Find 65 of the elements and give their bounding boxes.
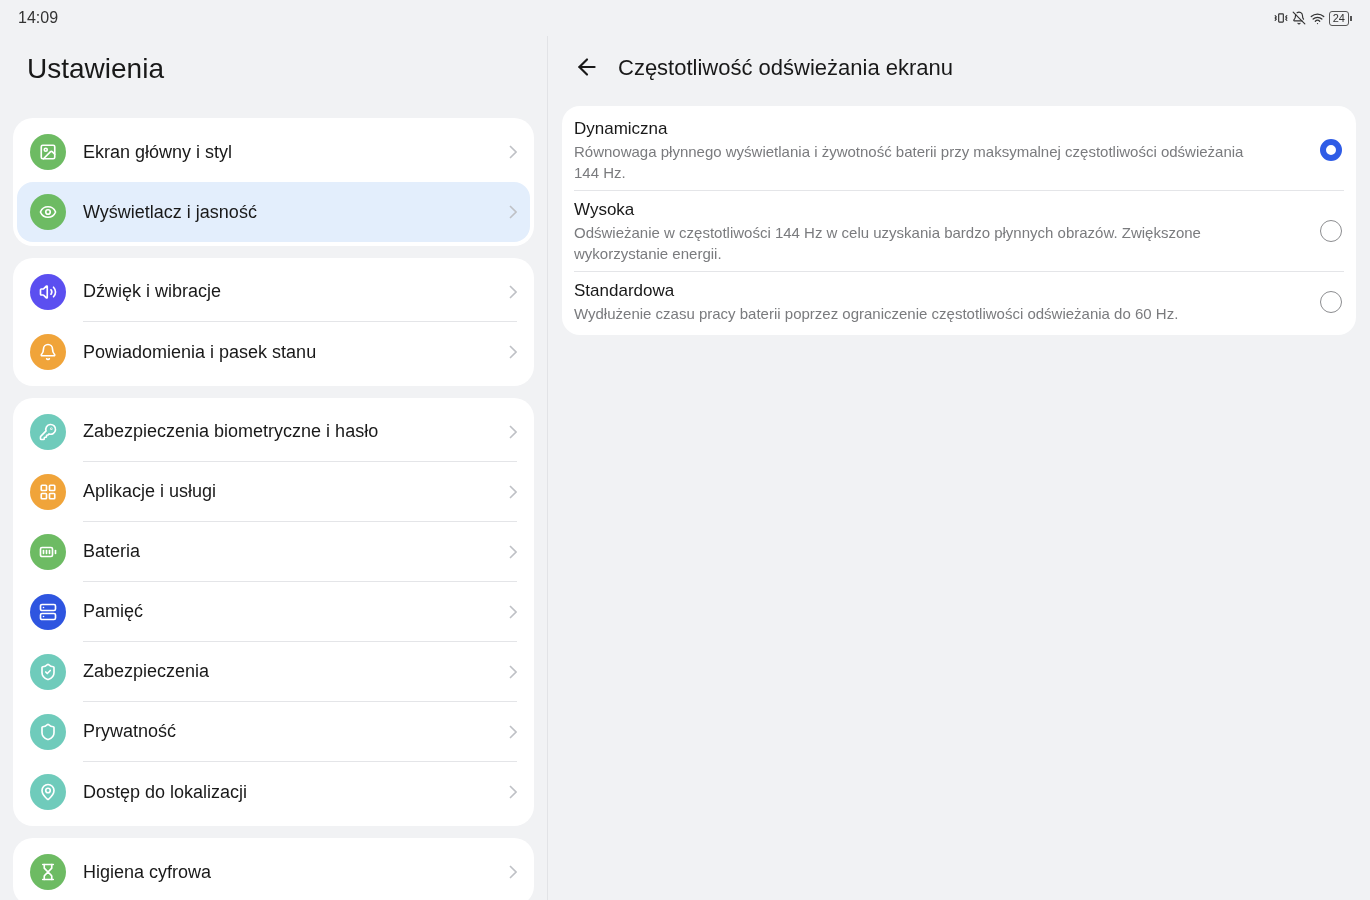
shield-check-icon [30,654,66,690]
shield-icon [30,714,66,750]
battery-icon [30,534,66,570]
settings-item[interactable]: Zabezpieczenia biometryczne i hasło [17,402,530,462]
item-label: Ekran główny i styl [83,140,234,164]
radio-button[interactable] [1320,139,1342,161]
refresh-option[interactable]: Wysoka Odświeżanie w częstotliwości 144 Hz w celu uzyskania bardzo płynnych obrazów. Zwiększone wykorzystanie energii. [574,191,1344,272]
chevron-icon [509,484,517,499]
key-icon [30,414,66,450]
refresh-option[interactable]: Standardowa Wydłużenie czasu pracy baterii poprzez ograniczenie częstotliwości odświeżania do 60 Hz. [574,272,1344,331]
settings-item[interactable]: Powiadomienia i pasek stanu [17,322,530,382]
vibrate-icon [1273,11,1288,25]
grid-icon [30,474,66,510]
hourglass-icon [30,854,66,890]
settings-item[interactable]: Zabezpieczenia [17,642,530,702]
chevron-icon [509,284,517,299]
settings-item[interactable]: Dostęp do lokalizacji [17,762,530,822]
item-label: Zabezpieczenia biometryczne i hasło [83,420,380,443]
settings-item[interactable]: Prywatność [17,702,530,762]
item-label: Prywatność [83,720,178,743]
settings-item[interactable]: Higiena cyfrowa [17,842,530,900]
option-title: Standardowa [574,280,676,302]
speaker-icon [30,274,66,310]
item-label: Bateria [83,540,142,563]
option-title: Wysoka [574,199,636,221]
chevron-icon [509,865,517,879]
item-label: Wyświetlacz i jasność [83,200,258,224]
settings-item[interactable]: Ekran główny i styl [17,122,530,182]
eye-icon [30,194,66,230]
option-title: Dynamiczna [574,118,669,140]
location-pin-icon [30,774,66,810]
bell-off-icon [1291,11,1306,25]
chevron-icon [509,145,517,159]
wifi-icon [1309,10,1325,26]
item-label: Aplikacje i usługi [83,480,218,503]
chevron-icon [509,664,517,679]
bell-icon [30,334,66,370]
storage-icon [30,594,66,630]
settings-item[interactable]: Pamięć [17,582,530,642]
chevron-icon [509,604,517,619]
chevron-icon [509,544,517,559]
image-icon [30,134,66,170]
item-label: Pamięć [83,600,145,623]
option-description: Równowaga płynnego wyświetlania i żywotność baterii przy maksymalnej częstotliwości odświeżania 144 Hz. [574,142,1245,183]
item-label: Zabezpieczenia [83,660,211,683]
chevron-icon [509,785,517,799]
battery-indicator: 24 [1328,10,1349,26]
chevron-icon [509,424,517,439]
sidebar-title: Ustawienia [26,52,165,86]
option-description: Odświeżanie w częstotliwości 144 Hz w celu uzyskania bardzo płynnych obrazów. Zwiększone wykorzystanie energii. [574,223,1202,264]
chevron-icon [509,724,517,739]
refresh-option[interactable]: Dynamiczna Równowaga płynnego wyświetlania i żywotność baterii przy maksymalnej częstotliwości odświeżania 144 Hz. [574,110,1344,191]
item-label: Dostęp do lokalizacji [83,780,249,804]
settings-item[interactable]: Dźwięk i wibracje [17,262,530,322]
option-description: Wydłużenie czasu pracy baterii poprzez ograniczenie częstotliwości odświeżania do 60 Hz. [574,304,1180,324]
settings-item[interactable]: Aplikacje i usługi [17,462,530,522]
item-label: Powiadomienia i pasek stanu [83,340,318,364]
chevron-icon [509,345,517,359]
page-title: Częstotliwość odświeżania ekranu [618,53,954,82]
item-label: Dźwięk i wibracje [83,280,223,303]
chevron-icon [509,205,517,219]
status-time: 14:09 [18,8,59,28]
settings-item[interactable]: Bateria [17,522,530,582]
item-label: Higiena cyfrowa [83,860,213,884]
settings-item[interactable]: Wyświetlacz i jasność [17,182,530,242]
